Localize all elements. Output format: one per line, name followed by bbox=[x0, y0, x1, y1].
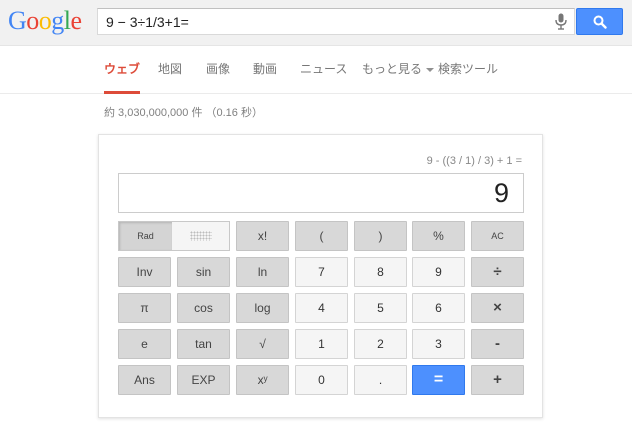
digit-8-button[interactable]: 8 bbox=[354, 257, 407, 287]
logo-letter: g bbox=[51, 6, 64, 35]
tab-label: 地図 bbox=[158, 62, 183, 76]
open-paren-button[interactable]: ( bbox=[295, 221, 348, 251]
logo-letter: o bbox=[38, 6, 52, 35]
digit-0-button[interactable]: 0 bbox=[295, 365, 348, 395]
tab-web[interactable]: ウェブ bbox=[104, 46, 141, 94]
result-stats: 約 3,030,000,000 件 （0.16 秒） bbox=[104, 107, 263, 119]
close-paren-button[interactable]: ) bbox=[354, 221, 407, 251]
tab-search-tools[interactable]: 検索ツール bbox=[438, 46, 498, 94]
tab-label: 動画 bbox=[253, 62, 278, 76]
euler-button[interactable]: e bbox=[118, 329, 171, 359]
search-tabs: ウェブ 地図 画像 動画 ニュース もっと見る 検索ツール bbox=[0, 46, 632, 94]
minus-button[interactable]: - bbox=[471, 329, 524, 359]
tab-news[interactable]: ニュース bbox=[300, 46, 347, 94]
header-bar: Google bbox=[0, 0, 632, 46]
calculator-expression: 9 - ((3 / 1) / 3) + 1 = bbox=[426, 155, 522, 167]
tab-label: ニュース bbox=[300, 62, 348, 76]
microphone-icon[interactable] bbox=[554, 13, 568, 30]
logo-letter: e bbox=[70, 6, 83, 35]
dotted-pattern-icon bbox=[190, 231, 212, 241]
tab-label: もっと見る bbox=[362, 62, 423, 76]
logo-letter: o bbox=[26, 6, 39, 35]
cos-button[interactable]: cos bbox=[177, 293, 230, 323]
digit-2-button[interactable]: 2 bbox=[354, 329, 407, 359]
answer-button[interactable]: Ans bbox=[118, 365, 171, 395]
digit-1-button[interactable]: 1 bbox=[295, 329, 348, 359]
sqrt-button[interactable]: √ bbox=[236, 329, 289, 359]
percent-button[interactable]: % bbox=[412, 221, 465, 251]
tab-videos[interactable]: 動画 bbox=[253, 46, 277, 94]
calculator-result: 9 bbox=[493, 178, 509, 208]
tab-maps[interactable]: 地図 bbox=[158, 46, 182, 94]
google-logo[interactable]: Google bbox=[8, 6, 82, 36]
all-clear-button[interactable]: AC bbox=[471, 221, 524, 251]
tan-button[interactable]: tan bbox=[177, 329, 230, 359]
ln-button[interactable]: ln bbox=[236, 257, 289, 287]
digit-3-button[interactable]: 3 bbox=[412, 329, 465, 359]
rad-mode-button[interactable]: Rad bbox=[119, 222, 172, 250]
digit-5-button[interactable]: 5 bbox=[354, 293, 407, 323]
search-input[interactable] bbox=[98, 9, 553, 34]
exp-button[interactable]: EXP bbox=[177, 365, 230, 395]
calculator-card: 9 - ((3 / 1) / 3) + 1 = 9 Rad x! ( ) % A… bbox=[98, 134, 543, 418]
plus-button[interactable]: + bbox=[471, 365, 524, 395]
magnifier-icon bbox=[593, 15, 607, 29]
multiply-button[interactable]: × bbox=[471, 293, 524, 323]
logo-letter: G bbox=[8, 6, 27, 35]
tab-label: 検索ツール bbox=[438, 62, 499, 76]
digit-9-button[interactable]: 9 bbox=[412, 257, 465, 287]
pi-button[interactable]: π bbox=[118, 293, 171, 323]
tab-more[interactable]: もっと見る bbox=[362, 46, 435, 94]
calculator-display: 9 bbox=[118, 173, 524, 213]
dropdown-caret-icon bbox=[426, 67, 435, 72]
log-button[interactable]: log bbox=[236, 293, 289, 323]
decimal-point-button[interactable]: . bbox=[354, 365, 407, 395]
divide-button[interactable]: ÷ bbox=[471, 257, 524, 287]
digit-7-button[interactable]: 7 bbox=[295, 257, 348, 287]
search-box bbox=[97, 8, 575, 35]
angle-mode-toggle[interactable]: Rad bbox=[118, 221, 230, 251]
factorial-button[interactable]: x! bbox=[236, 221, 289, 251]
digit-4-button[interactable]: 4 bbox=[295, 293, 348, 323]
digit-6-button[interactable]: 6 bbox=[412, 293, 465, 323]
inverse-button[interactable]: Inv bbox=[118, 257, 171, 287]
tab-label: ウェブ bbox=[104, 62, 141, 76]
equals-button[interactable]: = bbox=[412, 365, 465, 395]
search-button[interactable] bbox=[576, 8, 623, 35]
tab-label: 画像 bbox=[206, 62, 231, 76]
sin-button[interactable]: sin bbox=[177, 257, 230, 287]
logo-letter: l bbox=[63, 6, 71, 35]
power-button[interactable]: xʸ bbox=[236, 365, 289, 395]
tab-images[interactable]: 画像 bbox=[206, 46, 230, 94]
deg-mode-button[interactable] bbox=[172, 222, 229, 250]
